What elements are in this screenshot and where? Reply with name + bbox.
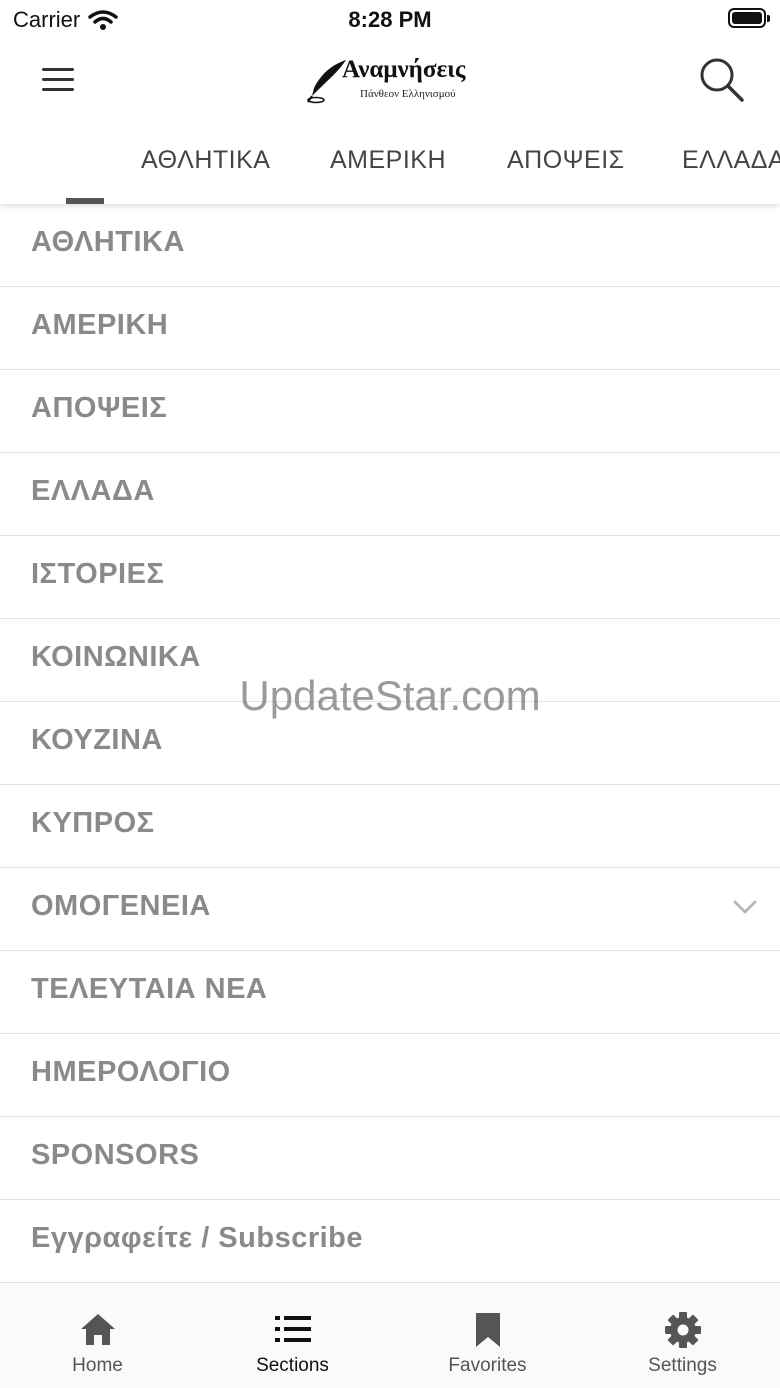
tab-athlitika[interactable]: ΑΘΛΗΤΙΚΑ	[141, 146, 270, 175]
list-item-label: ΗΜΕΡΟΛΟΓΙΟ	[31, 1056, 231, 1088]
hamburger-icon	[42, 68, 74, 71]
list-item-label: ΚΟΙΝΩΝΙΚΑ	[31, 641, 201, 673]
list-item[interactable]: ΑΠΟΨΕΙΣ	[0, 370, 780, 453]
list-item[interactable]: ΑΜΕΡΙΚΗ	[0, 287, 780, 370]
list-icon	[275, 1316, 311, 1342]
logo-subtitle: Πάνθεον Ελληνισμού	[360, 88, 456, 100]
list-item-label: ΤΕΛΕΥΤΑΙΑ ΝΕΑ	[31, 973, 268, 1005]
status-bar: Carrier 8:28 PM	[0, 0, 780, 40]
menu-button[interactable]	[38, 64, 78, 96]
status-time: 8:28 PM	[348, 7, 432, 32]
tab-indicator	[66, 198, 104, 204]
home-icon	[81, 1314, 115, 1345]
list-item-label: ΙΣΤΟΡΙΕΣ	[31, 558, 165, 590]
list-item[interactable]: Εγγραφείτε / Subscribe	[0, 1200, 780, 1283]
tabbar-label: Favorites	[448, 1355, 527, 1376]
battery-icon	[728, 8, 770, 28]
list-item-label: ΚΟΥΖΙΝΑ	[31, 724, 163, 756]
list-item[interactable]: ΚΟΥΖΙΝΑ	[0, 702, 780, 785]
search-button[interactable]	[698, 56, 746, 104]
list-item[interactable]: ΗΜΕΡΟΛΟΓΙΟ	[0, 1034, 780, 1117]
gear-icon	[665, 1312, 701, 1348]
tabbar-label: Settings	[648, 1355, 717, 1376]
list-item[interactable]: ΙΣΤΟΡΙΕΣ	[0, 536, 780, 619]
list-item[interactable]: ΤΕΛΕΥΤΑΙΑ ΝΕΑ	[0, 951, 780, 1034]
bottom-tab-bar: Home Sections Favorites Settings	[0, 1282, 780, 1388]
tabbar-settings[interactable]: Settings	[585, 1283, 780, 1388]
list-item-label: ΚΥΠΡΟΣ	[31, 807, 155, 839]
list-item[interactable]: SPONSORS	[0, 1117, 780, 1200]
search-icon	[700, 58, 744, 102]
list-item-label: ΑΜΕΡΙΚΗ	[31, 309, 169, 341]
list-item[interactable]: ΕΛΛΑΔΑ	[0, 453, 780, 536]
list-item-label: ΑΠΟΨΕΙΣ	[31, 392, 168, 424]
sections-list: ΑΘΛΗΤΙΚΑ ΑΜΕΡΙΚΗ ΑΠΟΨΕΙΣ ΕΛΛΑΔΑ ΙΣΤΟΡΙΕΣ…	[0, 204, 780, 1283]
list-item[interactable]: ΚΟΙΝΩΝΙΚΑ	[0, 619, 780, 702]
logo-title: Αναμνήσεις	[342, 56, 466, 83]
tabbar-label: Home	[72, 1355, 123, 1376]
list-item[interactable]: ΚΥΠΡΟΣ	[0, 785, 780, 868]
list-item-label: SPONSORS	[31, 1139, 200, 1171]
list-item-label: Εγγραφείτε / Subscribe	[31, 1222, 364, 1254]
list-item[interactable]: ΑΘΛΗΤΙΚΑ	[0, 204, 780, 287]
tab-apopseis[interactable]: ΑΠΟΨΕΙΣ	[507, 146, 625, 175]
tabbar-label: Sections	[256, 1355, 329, 1376]
tabbar-home[interactable]: Home	[0, 1283, 195, 1388]
list-item-label: ΟΜΟΓΕΝΕΙΑ	[31, 890, 211, 922]
app-header: Αναμνήσεις Πάνθεον Ελληνισμού	[0, 40, 780, 120]
section-tabs: ΑΘΛΗΤΙΚΑ ΑΜΕΡΙΚΗ ΑΠΟΨΕΙΣ ΕΛΛΑΔΑ	[0, 120, 780, 204]
tab-ameriki[interactable]: ΑΜΕΡΙΚΗ	[330, 146, 446, 175]
app-logo[interactable]: Αναμνήσεις Πάνθεον Ελληνισμού	[300, 52, 480, 108]
list-item-label: ΑΘΛΗΤΙΚΑ	[31, 226, 185, 258]
list-item-expandable[interactable]: ΟΜΟΓΕΝΕΙΑ	[0, 868, 780, 951]
tab-ellada[interactable]: ΕΛΛΑΔΑ	[682, 146, 780, 175]
tabbar-favorites[interactable]: Favorites	[390, 1283, 585, 1388]
list-item-label: ΕΛΛΑΔΑ	[31, 475, 155, 507]
bookmark-icon	[476, 1313, 500, 1347]
chevron-down-icon[interactable]	[732, 894, 758, 920]
tabbar-sections[interactable]: Sections	[195, 1283, 390, 1388]
